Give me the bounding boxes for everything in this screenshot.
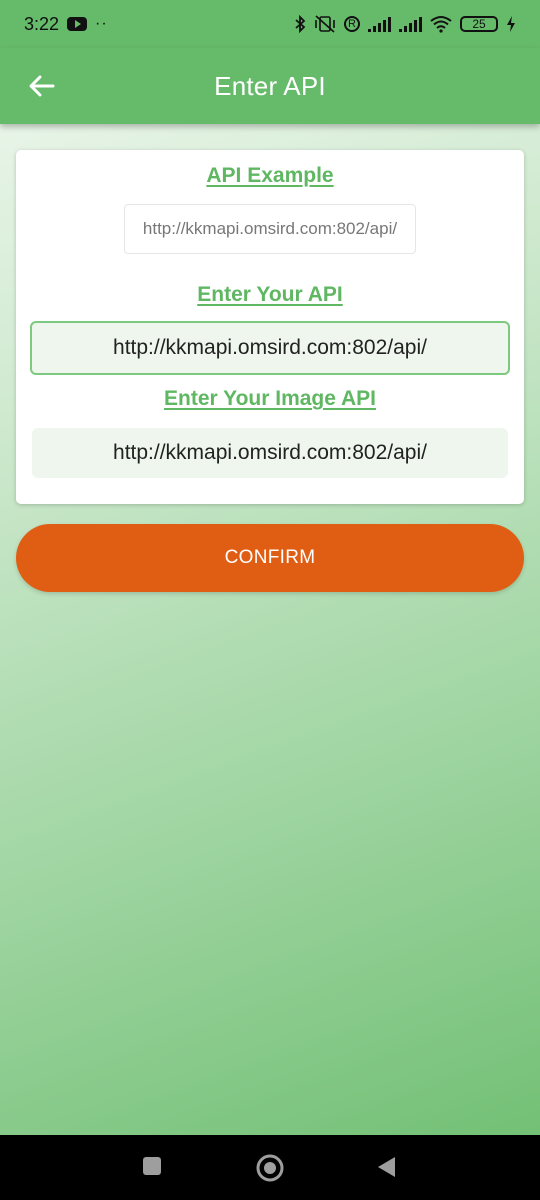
- api-input[interactable]: http://kkmapi.omsird.com:802/api/: [30, 321, 510, 375]
- battery-level: 25: [472, 17, 486, 31]
- status-left: 3:22 ··: [24, 14, 108, 35]
- wifi-icon: [430, 16, 452, 33]
- signal-icon: [368, 16, 391, 32]
- api-example-title: API Example: [206, 164, 334, 187]
- home-button[interactable]: [255, 1153, 285, 1188]
- status-time: 3:22: [24, 13, 60, 34]
- vibrate-off-icon: [315, 15, 335, 33]
- battery-icon: 25: [460, 16, 498, 32]
- signal-icon: [399, 16, 422, 32]
- charging-icon: [507, 16, 515, 32]
- api-card: API Example http://kkmapi.omsird.com:802…: [16, 150, 524, 504]
- bluetooth-icon: [295, 15, 306, 33]
- enter-api-title: Enter Your API: [197, 283, 343, 306]
- screen: 3:22 ·· R 25 Enter API API Example http:…: [0, 0, 540, 1200]
- api-example-box: http://kkmapi.omsird.com:802/api/: [124, 204, 416, 254]
- enter-image-api-title: Enter Your Image API: [164, 387, 376, 410]
- youtube-icon: [67, 17, 88, 31]
- registered-icon: R: [344, 16, 360, 32]
- image-api-input[interactable]: http://kkmapi.omsird.com:802/api/: [32, 428, 508, 478]
- navigation-bar: [0, 1135, 540, 1200]
- recents-square-icon: [143, 1157, 161, 1175]
- app-bar: Enter API: [0, 48, 540, 124]
- arrow-left-icon: [29, 75, 55, 97]
- back-triangle-icon: [378, 1157, 395, 1177]
- page-title: Enter API: [214, 70, 326, 101]
- confirm-label: CONFIRM: [224, 547, 316, 568]
- back-button[interactable]: [24, 68, 60, 104]
- status-bar: 3:22 ·· R 25: [0, 0, 540, 48]
- home-circle-icon: [256, 1154, 284, 1182]
- recents-button[interactable]: [141, 1155, 163, 1182]
- nav-back-button[interactable]: [375, 1155, 397, 1184]
- notification-dots: ··: [95, 15, 108, 32]
- status-right: R 25: [294, 15, 516, 33]
- confirm-button[interactable]: CONFIRM: [16, 524, 524, 592]
